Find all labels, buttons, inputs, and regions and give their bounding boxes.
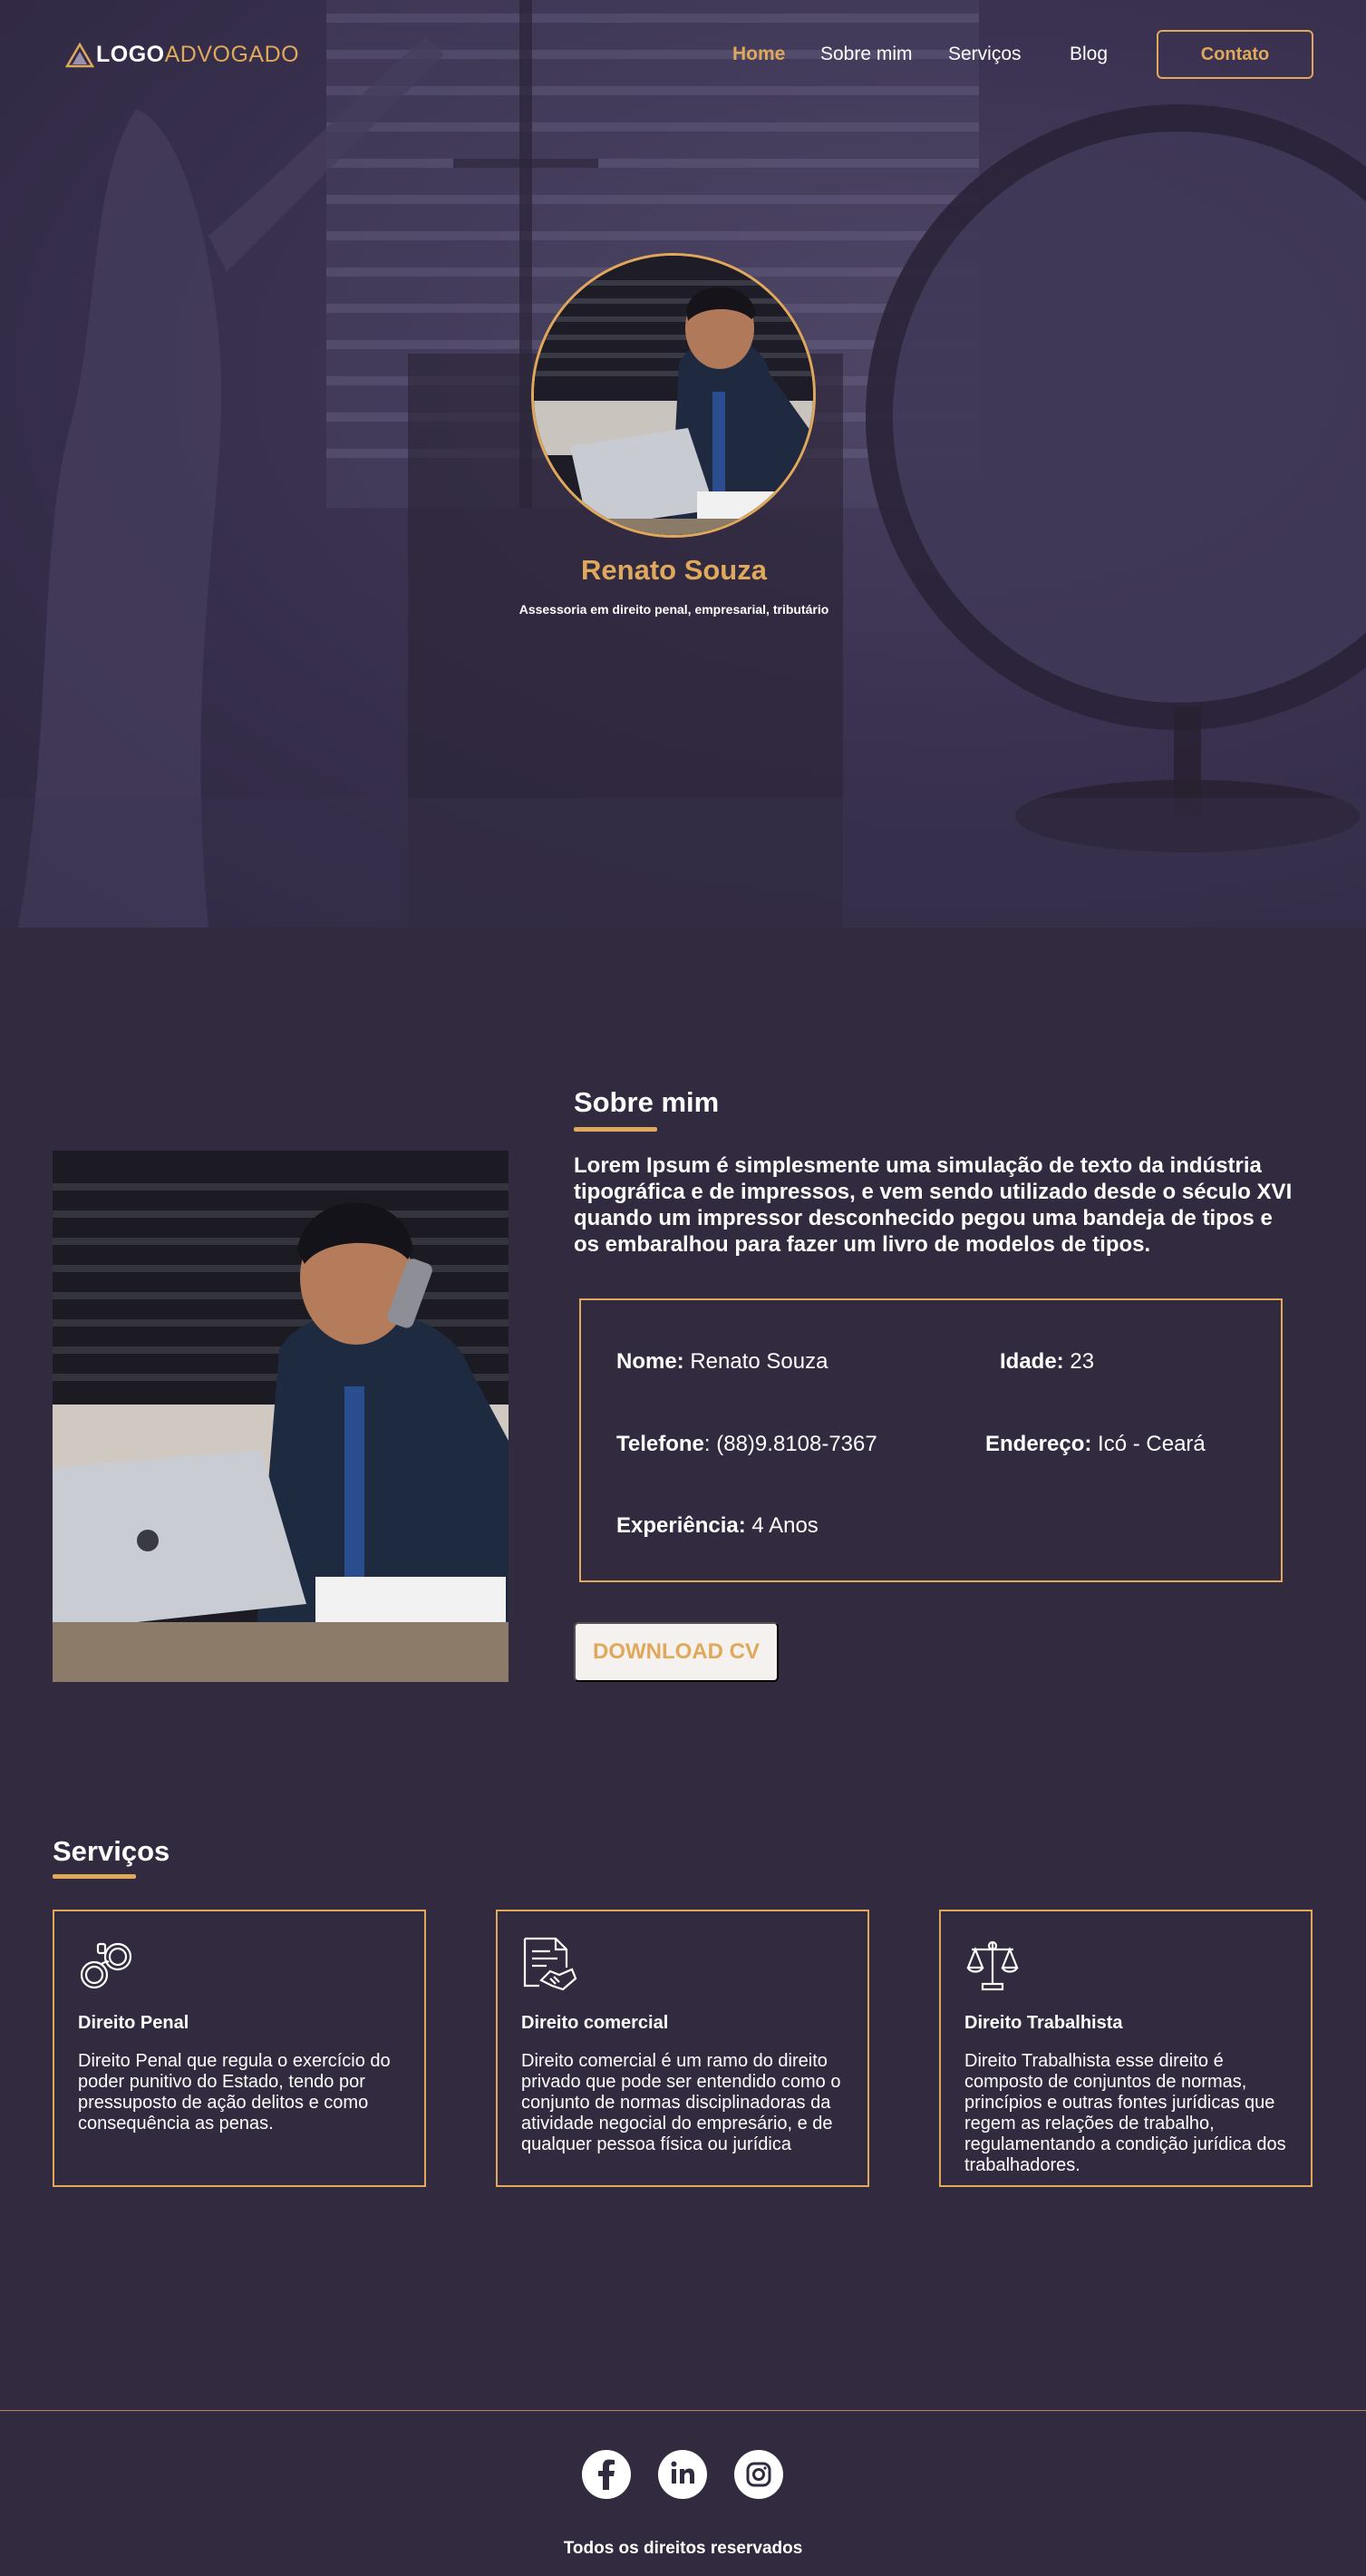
service-card-penal[interactable]: Direito Penal Direito Penal que regula o… (53, 1910, 426, 2187)
info-endereco-label: Endereço: (985, 1432, 1092, 1456)
service-card-description: Direito Trabalhista esse direito é compo… (964, 2051, 1286, 2175)
info-telefone-value: : (88)9.8108-7367 (703, 1432, 877, 1456)
contract-handshake-icon (523, 1937, 577, 1991)
info-nome-label: Nome: (616, 1349, 684, 1374)
info-box: Nome: Renato Souza Idade: 23 Telefone: (… (579, 1298, 1283, 1582)
instagram-icon (746, 2462, 771, 2487)
info-experiencia-value: 4 Anos (745, 1513, 819, 1538)
services-title-underline (53, 1874, 136, 1879)
hero-name: Renato Souza (581, 554, 767, 586)
handcuffs-icon (80, 1942, 132, 1989)
nav-link-sobre-mim[interactable]: Sobre mim (820, 44, 913, 65)
footer-divider (0, 2410, 1366, 2411)
logo[interactable]: LOGO ADVOGADO (65, 42, 299, 68)
service-card-trabalhista[interactable]: Direito Trabalhista Direito Trabalhista … (939, 1910, 1313, 2187)
nav-link-servicos[interactable]: Serviços (948, 44, 1022, 65)
info-experiencia-label: Experiência: (616, 1513, 746, 1538)
download-cv-button[interactable]: DOWNLOAD CV (574, 1622, 779, 1682)
hero-section: LOGO ADVOGADO Home Sobre mim Serviços Blo… (0, 0, 1366, 928)
logo-text-secondary: ADVOGADO (164, 42, 300, 67)
service-card-title: Direito Penal (78, 2013, 189, 2033)
profile-avatar (531, 253, 816, 538)
logo-triangle-icon (65, 42, 94, 67)
nav-link-home[interactable]: Home (732, 44, 785, 65)
info-experiencia: Experiência: 4 Anos (616, 1513, 819, 1539)
service-card-comercial[interactable]: Direito comercial Direito comercial é um… (496, 1910, 869, 2187)
info-nome: Nome: Renato Souza (616, 1349, 828, 1375)
lawyer-photo (534, 256, 813, 535)
info-telefone: Telefone: (88)9.8108-7367 (616, 1432, 877, 1457)
navbar: LOGO ADVOGADO Home Sobre mim Serviços Blo… (0, 0, 1366, 109)
about-title-underline (574, 1127, 657, 1132)
info-nome-value: Renato Souza (683, 1349, 828, 1374)
info-endereco-value: Icó - Ceará (1091, 1432, 1206, 1456)
info-idade: Idade: 23 (1000, 1349, 1094, 1375)
hero-subtitle: Assessoria em direito penal, empresarial… (518, 602, 829, 617)
logo-text-primary: LOGO (96, 42, 165, 67)
facebook-link[interactable] (582, 2450, 631, 2499)
info-idade-value: 23 (1063, 1349, 1095, 1374)
about-text: Lorem Ipsum é simplesmente uma simulação… (574, 1153, 1293, 1257)
service-card-title: Direito comercial (521, 2013, 669, 2033)
about-title: Sobre mim (574, 1086, 720, 1118)
contact-button[interactable]: Contato (1157, 30, 1313, 79)
copyright-text: Todos os direitos reservados (563, 2539, 803, 2558)
linkedin-link[interactable] (658, 2450, 707, 2499)
info-telefone-label: Telefone (616, 1432, 704, 1456)
service-card-description: Direito Penal que regula o exercício do … (78, 2051, 391, 2134)
lawyer-photo-large (53, 1151, 509, 1682)
scales-icon (966, 1940, 1019, 1991)
linkedin-icon (671, 2461, 694, 2484)
info-endereco: Endereço: Icó - Ceará (985, 1432, 1206, 1457)
instagram-link[interactable] (734, 2450, 783, 2499)
about-photo (53, 1151, 509, 1682)
facebook-icon (598, 2459, 615, 2490)
services-title: Serviços (53, 1835, 170, 1867)
nav-link-blog[interactable]: Blog (1070, 44, 1108, 65)
info-idade-label: Idade: (1000, 1349, 1064, 1374)
service-card-description: Direito comercial é um ramo do direito p… (521, 2051, 841, 2154)
service-card-title: Direito Trabalhista (964, 2013, 1123, 2033)
